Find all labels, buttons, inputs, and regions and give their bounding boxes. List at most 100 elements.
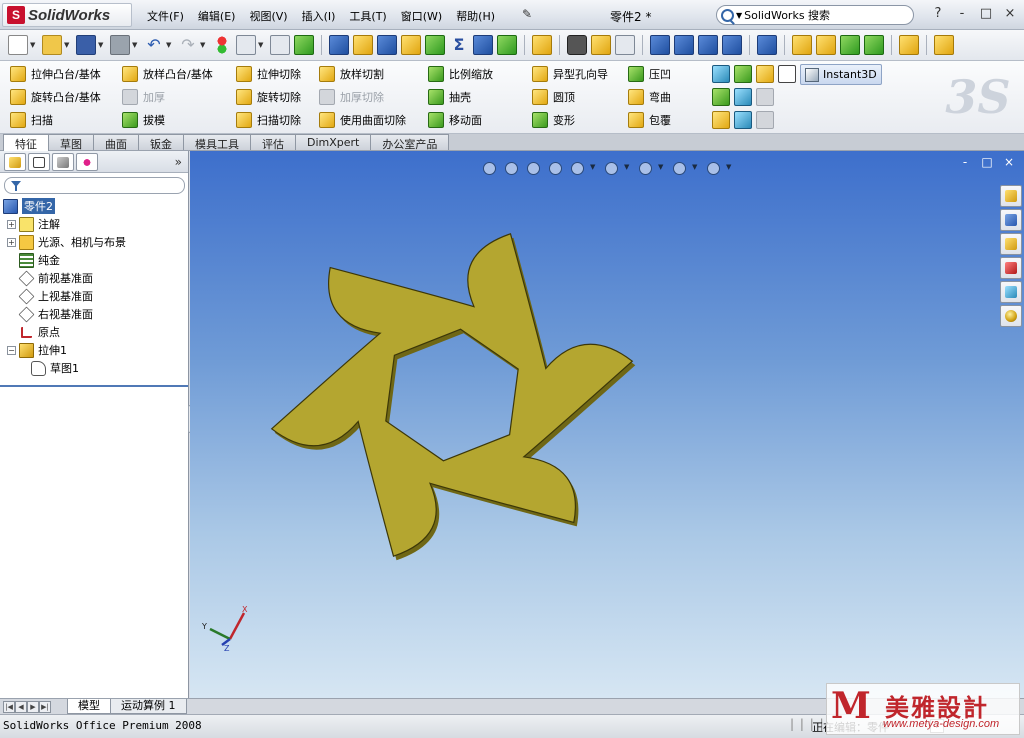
feature-button-col4-0[interactable]: 放样切割 xyxy=(319,65,406,83)
save-icon[interactable] xyxy=(76,35,96,55)
solidworks-logo-button[interactable]: S SolidWorks xyxy=(2,3,132,27)
tree-node[interactable]: 右视基准面 xyxy=(3,305,188,323)
graphics-viewport[interactable]: ▼ ▼ ▼ ▼ ▼ - □ × X Y Z xyxy=(190,151,1024,698)
feature-button-col2-0[interactable]: 放样凸台/基体 xyxy=(122,65,213,83)
file-explorer-tab[interactable] xyxy=(1000,233,1022,255)
feature-button-col1-1[interactable]: 旋转凸台/基体 xyxy=(10,88,101,106)
curve-pattern-icon[interactable] xyxy=(734,88,752,106)
equations-sigma-icon[interactable]: Σ xyxy=(449,35,469,55)
reference-axis-icon[interactable] xyxy=(792,35,812,55)
coordinate-system-icon[interactable] xyxy=(840,35,860,55)
search-box[interactable]: ▼ SolidWorks 搜索 xyxy=(716,5,914,25)
appearances-tab[interactable] xyxy=(1000,305,1022,327)
menu-tools[interactable]: 工具(T) xyxy=(342,7,393,25)
feature-button-col1-2[interactable]: 扫描 xyxy=(10,111,101,129)
feature-button-col3-2[interactable]: 扫描切除 xyxy=(236,111,301,129)
pin-menu-icon[interactable]: ✎ xyxy=(522,7,536,21)
options-icon[interactable] xyxy=(270,35,290,55)
chevron-down-icon[interactable]: ▼ xyxy=(692,159,700,176)
section-view-icon[interactable] xyxy=(757,35,777,55)
import-diagnostics-icon[interactable] xyxy=(473,35,493,55)
feature-button-col3-0[interactable]: 拉伸切除 xyxy=(236,65,301,83)
mirror-icon[interactable] xyxy=(532,35,552,55)
feature-button-col2-2[interactable]: 拔模 xyxy=(122,111,213,129)
undo-icon[interactable]: ↶ xyxy=(144,35,164,55)
tab-3[interactable]: 钣金 xyxy=(138,134,184,151)
camera-icon[interactable] xyxy=(567,35,587,55)
chevron-down-icon[interactable]: ▼ xyxy=(166,41,174,49)
tree-node[interactable]: 上视基准面 xyxy=(3,287,188,305)
minimize-button[interactable]: - xyxy=(954,6,970,22)
menu-file[interactable]: 文件(F) xyxy=(140,7,191,25)
scroll-prev-button[interactable]: ◀ xyxy=(15,700,27,713)
property-manager-tab[interactable] xyxy=(28,152,50,171)
check-icon[interactable] xyxy=(425,35,445,55)
configuration-manager-tab[interactable] xyxy=(52,152,74,171)
search-tab[interactable] xyxy=(1000,257,1022,279)
mass-properties-icon[interactable] xyxy=(377,35,397,55)
expand-more-icon[interactable]: » xyxy=(175,155,182,169)
view-palette-tab[interactable] xyxy=(1000,281,1022,303)
feature-button-col7-0[interactable]: 压凹 xyxy=(628,65,671,83)
fillet-icon[interactable] xyxy=(712,111,730,129)
feature-button-col4-2[interactable]: 使用曲面切除 xyxy=(319,111,406,129)
feature-button-col7-2[interactable]: 包覆 xyxy=(628,111,671,129)
solidworks-resources-tab[interactable] xyxy=(1000,185,1022,207)
normal-to-icon[interactable] xyxy=(722,35,742,55)
chevron-down-icon[interactable]: ▼ xyxy=(98,41,106,49)
chevron-down-icon[interactable]: ▼ xyxy=(132,41,140,49)
spell-check-icon[interactable] xyxy=(329,35,349,55)
print-icon[interactable] xyxy=(110,35,130,55)
add-in-icon[interactable] xyxy=(294,35,314,55)
tree-node[interactable]: − 拉伸1 xyxy=(3,341,188,359)
sketch-toggle-icon[interactable] xyxy=(899,35,919,55)
tab-0[interactable]: 特征 xyxy=(3,134,49,151)
view-settings-icon[interactable] xyxy=(704,159,722,176)
scroll-first-button[interactable]: |◀ xyxy=(3,700,15,713)
part-model-graphic[interactable] xyxy=(190,151,1024,698)
tab-motion-study[interactable]: 运动算例 1 xyxy=(110,699,187,714)
tab-5[interactable]: 评估 xyxy=(250,134,296,151)
feature-button-col5-1[interactable]: 抽壳 xyxy=(428,88,493,106)
design-library-tab[interactable] xyxy=(1000,209,1022,231)
section-properties-icon[interactable] xyxy=(401,35,421,55)
photo-render-icon[interactable] xyxy=(591,35,611,55)
rebuild-traffic-light-icon[interactable] xyxy=(212,35,232,55)
tree-expander-icon[interactable]: + xyxy=(7,219,16,229)
section-view-icon[interactable] xyxy=(546,159,564,176)
tab-7[interactable]: 办公室产品 xyxy=(370,134,450,151)
previous-view-icon[interactable] xyxy=(524,159,542,176)
help-button[interactable]: ? xyxy=(930,6,946,22)
restore-button[interactable]: □ xyxy=(978,6,994,22)
dimxpert-manager-tab[interactable] xyxy=(76,152,98,171)
search-input[interactable]: SolidWorks 搜索 xyxy=(744,7,830,23)
zoom-to-fit-icon[interactable] xyxy=(480,159,498,176)
chevron-down-icon[interactable]: ▼ xyxy=(64,41,72,49)
feature-button-col5-2[interactable]: 移动面 xyxy=(428,111,493,129)
zoom-to-area-icon[interactable] xyxy=(502,159,520,176)
feature-tree-tab[interactable] xyxy=(4,152,26,171)
temporary-axis-icon[interactable] xyxy=(816,35,836,55)
close-button[interactable]: × xyxy=(1002,6,1018,22)
file-properties-icon[interactable] xyxy=(236,35,256,55)
tab-model[interactable]: 模型 xyxy=(67,699,111,714)
chamfer-icon[interactable] xyxy=(734,111,752,129)
shaded-with-edges-icon[interactable] xyxy=(674,35,694,55)
point-icon[interactable] xyxy=(864,35,884,55)
menu-help[interactable]: 帮助(H) xyxy=(449,7,502,25)
chevron-down-icon[interactable]: ▼ xyxy=(258,41,266,49)
tree-node[interactable]: 前视基准面 xyxy=(3,269,188,287)
feature-button-col6-0[interactable]: 异型孔向导 xyxy=(532,65,608,83)
rib-icon[interactable] xyxy=(756,65,774,83)
viewport-restore-button[interactable]: □ xyxy=(980,155,994,169)
feature-filter-input[interactable] xyxy=(4,177,185,194)
chevron-down-icon[interactable]: ▼ xyxy=(30,41,38,49)
viewport-close-button[interactable]: × xyxy=(1002,155,1016,169)
menu-view[interactable]: 视图(V) xyxy=(242,7,294,25)
wireframe-icon[interactable] xyxy=(650,35,670,55)
tree-node[interactable]: 零件2 xyxy=(3,197,188,215)
tree-expander-icon[interactable]: − xyxy=(7,345,16,355)
chevron-down-icon[interactable]: ▼ xyxy=(658,159,666,176)
chevron-down-icon[interactable]: ▼ xyxy=(624,159,632,176)
edit-appearance-icon[interactable] xyxy=(670,159,688,176)
